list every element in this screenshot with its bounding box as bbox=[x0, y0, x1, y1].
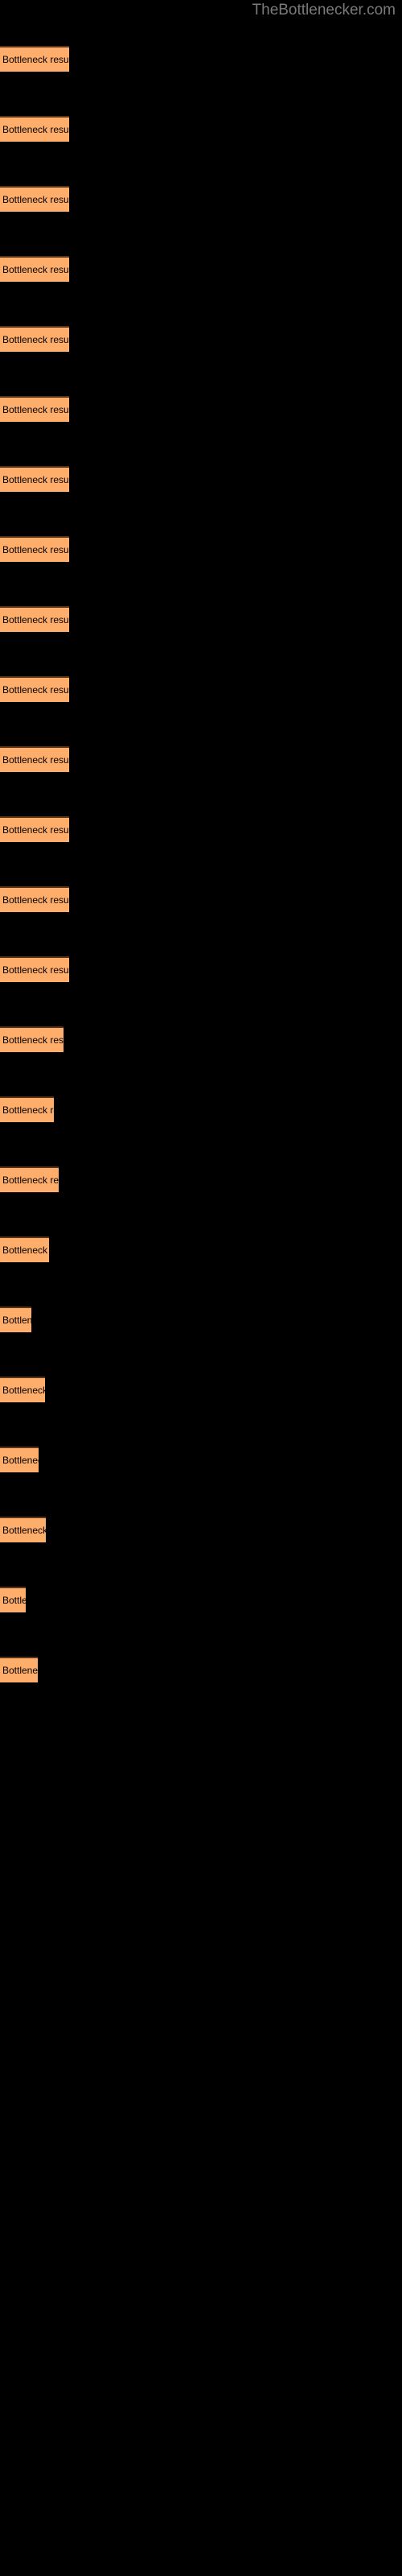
bar: Bottleneck result bbox=[0, 1307, 31, 1332]
bottleneck-bar-chart: Bottleneck result Bottleneck result Bottle… bbox=[0, 0, 402, 2576]
bar: Bottleneck result bbox=[0, 1236, 49, 1262]
bar: Bottleneck result bbox=[0, 1096, 54, 1122]
bar: Bottleneck result bbox=[0, 746, 69, 772]
bar-label: Bottleneck result bbox=[2, 544, 69, 555]
bar: Bottleneck result bbox=[0, 1377, 45, 1402]
bar-label: Bottleneck result bbox=[2, 1595, 26, 1606]
bar: Bottleneck result bbox=[0, 1166, 59, 1192]
bar-label: Bottleneck result bbox=[2, 1315, 31, 1326]
bar-label: Bottleneck result bbox=[2, 1455, 39, 1466]
bar-label: Bottleneck result bbox=[2, 474, 69, 485]
bar: Bottleneck result bbox=[0, 1517, 46, 1542]
bar-label: Bottleneck result bbox=[2, 894, 69, 906]
bar-label: Bottleneck result bbox=[2, 1104, 54, 1116]
bar-label: Bottleneck result bbox=[2, 1525, 46, 1536]
bar: Bottleneck result bbox=[0, 886, 69, 912]
bar: Bottleneck result bbox=[0, 1587, 26, 1612]
bar: Bottleneck result bbox=[0, 186, 69, 212]
bar-label: Bottleneck result bbox=[2, 1385, 45, 1396]
bar: Bottleneck result bbox=[0, 536, 69, 562]
bar-label: Bottleneck result bbox=[2, 824, 69, 836]
bar-label: Bottleneck result bbox=[2, 124, 69, 135]
bar: Bottleneck result bbox=[0, 606, 69, 632]
bar: Bottleneck result bbox=[0, 1657, 38, 1682]
bar-label: Bottleneck result bbox=[2, 614, 69, 625]
bar-label: Bottleneck result bbox=[2, 54, 69, 65]
bar: Bottleneck result bbox=[0, 326, 69, 352]
bar-label: Bottleneck result bbox=[2, 334, 69, 345]
bar-label: Bottleneck result bbox=[2, 404, 69, 415]
bar: Bottleneck result bbox=[0, 46, 69, 72]
bar-label: Bottleneck result bbox=[2, 964, 69, 976]
bar-label: Bottleneck result bbox=[2, 1245, 49, 1256]
bar-label: Bottleneck result bbox=[2, 1174, 59, 1186]
bar-label: Bottleneck result bbox=[2, 1665, 38, 1676]
bar-label: Bottleneck result bbox=[2, 684, 69, 696]
bar: Bottleneck result bbox=[0, 466, 69, 492]
bar: Bottleneck result bbox=[0, 396, 69, 422]
bar: Bottleneck result bbox=[0, 1447, 39, 1472]
bar: Bottleneck result bbox=[0, 816, 69, 842]
bar: Bottleneck result bbox=[0, 1026, 64, 1052]
bar: Bottleneck result bbox=[0, 116, 69, 142]
bar: Bottleneck result bbox=[0, 676, 69, 702]
bar: Bottleneck result bbox=[0, 956, 69, 982]
bar: Bottleneck result bbox=[0, 256, 69, 282]
bar-label: Bottleneck result bbox=[2, 754, 69, 766]
bar-label: Bottleneck result bbox=[2, 194, 69, 205]
bar-label: Bottleneck result bbox=[2, 264, 69, 275]
bar-label: Bottleneck result bbox=[2, 1034, 64, 1046]
